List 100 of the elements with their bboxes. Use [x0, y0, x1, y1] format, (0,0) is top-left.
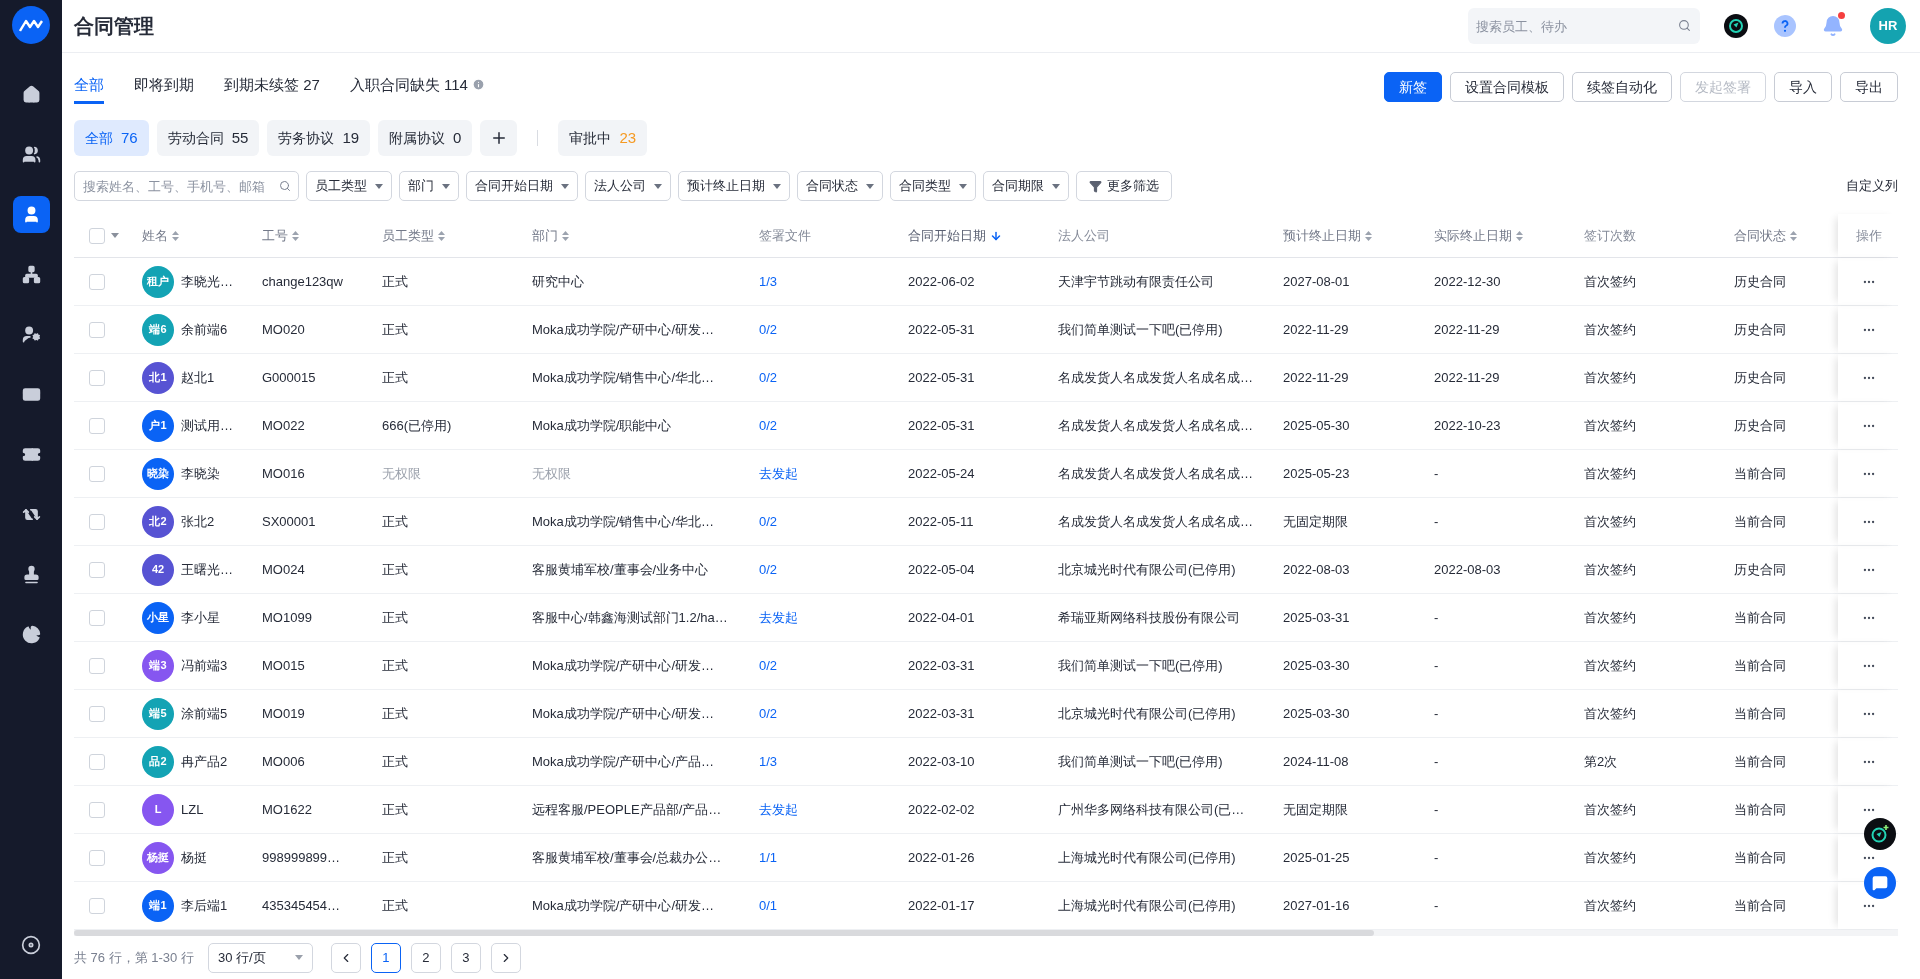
- checkbox[interactable]: [89, 561, 105, 578]
- category-chip[interactable]: 附属协议 0: [378, 120, 473, 156]
- table-cell-text: 2025-05-30: [1283, 416, 1351, 435]
- checkbox[interactable]: [89, 753, 105, 770]
- page-button[interactable]: 1: [370, 942, 401, 973]
- search-field[interactable]: 搜索员工、待办: [1468, 8, 1700, 44]
- checkbox[interactable]: [89, 465, 105, 482]
- checkbox[interactable]: [89, 321, 105, 338]
- help-icon[interactable]: [1774, 15, 1796, 37]
- table-cell-text: -: [1434, 464, 1440, 483]
- checkbox[interactable]: [89, 227, 105, 244]
- action-button[interactable]: 新签: [1384, 72, 1442, 102]
- logo-icon[interactable]: [12, 6, 50, 44]
- filter-dropdown[interactable]: 法人公司: [585, 171, 671, 201]
- assistant-button[interactable]: [1864, 818, 1896, 850]
- employee-name: 余前端6: [181, 320, 228, 339]
- sign-file-link[interactable]: 去发起: [759, 465, 798, 481]
- page-size-select[interactable]: 30 行/页: [207, 942, 313, 973]
- action-button[interactable]: 设置合同模板: [1450, 72, 1564, 102]
- table-cell-text: MO024: [262, 560, 306, 579]
- checkbox[interactable]: [89, 369, 105, 386]
- avatar: 杨挺: [142, 841, 174, 874]
- table-cell-text: 666(已停用): [382, 416, 453, 435]
- checkbox[interactable]: [89, 897, 105, 914]
- notification-bell-icon[interactable]: [1822, 15, 1844, 37]
- page-button[interactable]: 3: [450, 942, 481, 973]
- sign-file-link[interactable]: 0/2: [759, 561, 778, 577]
- sign-file-link[interactable]: 1/3: [759, 753, 778, 769]
- avatar: 北1: [142, 361, 174, 394]
- employee-name: 王曙光…: [181, 560, 233, 579]
- sign-file-link[interactable]: 0/2: [759, 657, 778, 673]
- checkbox[interactable]: [89, 273, 105, 290]
- pie-chart-icon: [21, 625, 41, 644]
- sign-file-link[interactable]: 1/1: [759, 849, 778, 865]
- sign-file-link[interactable]: 0/2: [759, 417, 778, 433]
- approval-chip[interactable]: 审批中 23: [558, 120, 648, 156]
- filter-dropdown[interactable]: 合同开始日期: [466, 171, 578, 201]
- table-cell-text: 历史合同: [1734, 560, 1787, 579]
- checkbox[interactable]: [89, 849, 105, 866]
- sign-file-link[interactable]: 0/2: [759, 513, 778, 529]
- disc-icon[interactable]: [21, 935, 41, 955]
- avatar: 端6: [142, 313, 174, 346]
- page-button[interactable]: 2: [410, 942, 441, 973]
- horizontal-scrollbar[interactable]: [74, 930, 1898, 936]
- table-cell-text: 2022-06-02: [908, 272, 976, 291]
- checkbox[interactable]: [89, 657, 105, 674]
- category-chip[interactable]: 劳动合同 55: [156, 120, 260, 156]
- table-cell-text: 希瑞亚斯网络科技股份有限公司: [1058, 608, 1241, 627]
- table-cell-text: 正式: [382, 560, 409, 579]
- sign-file-link[interactable]: 0/2: [759, 705, 778, 721]
- checkbox[interactable]: [89, 705, 105, 722]
- table-cell-text: 广州华多网络科技有限公司(已…: [1058, 800, 1246, 819]
- table-cell-text: -: [1434, 752, 1440, 771]
- sign-file-link[interactable]: 1/3: [759, 273, 778, 289]
- sign-file-link[interactable]: 去发起: [759, 609, 798, 625]
- category-chip[interactable]: 劳务协议 19: [267, 120, 371, 156]
- action-button[interactable]: 导出: [1840, 72, 1898, 102]
- table-cell-text: 2022-05-31: [908, 320, 976, 339]
- checkbox[interactable]: [89, 609, 105, 626]
- filter-dropdown[interactable]: 员工类型: [306, 171, 392, 201]
- caret-icon: [442, 183, 450, 189]
- table-cell-text: 当前合同: [1734, 800, 1787, 819]
- chat-button[interactable]: [1864, 867, 1896, 899]
- table-cell-text: 上海城光时代有限公司(已停用): [1058, 848, 1237, 867]
- sign-file-link[interactable]: 0/2: [759, 369, 778, 385]
- tab[interactable]: 入职合同缺失 114: [349, 72, 485, 104]
- table-cell-text: 2022-01-17: [908, 896, 976, 915]
- action-button[interactable]: 续签自动化: [1572, 72, 1672, 102]
- tab[interactable]: 全部: [74, 72, 104, 104]
- table-cell-text: 2022-03-31: [908, 704, 976, 723]
- sign-file-link[interactable]: 0/1: [759, 897, 778, 913]
- sort-descending-icon[interactable]: [990, 229, 1002, 242]
- more-filters-button[interactable]: 更多筛选: [1076, 171, 1172, 201]
- nav-item[interactable]: [12, 196, 50, 233]
- filter-dropdown[interactable]: 合同类型: [890, 171, 976, 201]
- column-header: 合同开始日期: [908, 226, 986, 245]
- table-cell-text: SX00001: [262, 512, 317, 531]
- customize-columns-link[interactable]: 自定义列: [1846, 176, 1898, 196]
- checkbox[interactable]: [89, 513, 105, 530]
- filter-dropdown[interactable]: 预计终止日期: [678, 171, 790, 201]
- tab[interactable]: 到期未续签 27: [224, 72, 320, 104]
- table-cell-text: -: [1434, 608, 1440, 627]
- table-cell-text: 当前合同: [1734, 512, 1787, 531]
- table-cell-text: 2022-05-31: [908, 368, 976, 387]
- table-cell-text: 2022-01-26: [908, 848, 976, 867]
- filter-dropdown[interactable]: 合同状态: [797, 171, 883, 201]
- sign-file-link[interactable]: 去发起: [759, 801, 798, 817]
- filter-dropdown[interactable]: 部门: [399, 171, 459, 201]
- tab[interactable]: 即将到期: [134, 72, 194, 104]
- filter-search-field[interactable]: 搜索姓名、工号、手机号、邮箱: [74, 171, 299, 201]
- table-cell-text: 2022-11-29: [1434, 368, 1501, 387]
- assistant-icon[interactable]: [1724, 14, 1748, 38]
- sign-file-link[interactable]: 0/2: [759, 321, 778, 337]
- category-chip[interactable]: 全部 76: [74, 120, 149, 156]
- checkbox[interactable]: [89, 417, 105, 434]
- filter-dropdown[interactable]: 合同期限: [983, 171, 1069, 201]
- action-button[interactable]: 导入: [1774, 72, 1832, 102]
- checkbox[interactable]: [89, 801, 105, 818]
- table-cell-text: change123qw: [262, 272, 344, 291]
- add-chip-button[interactable]: [480, 120, 518, 156]
